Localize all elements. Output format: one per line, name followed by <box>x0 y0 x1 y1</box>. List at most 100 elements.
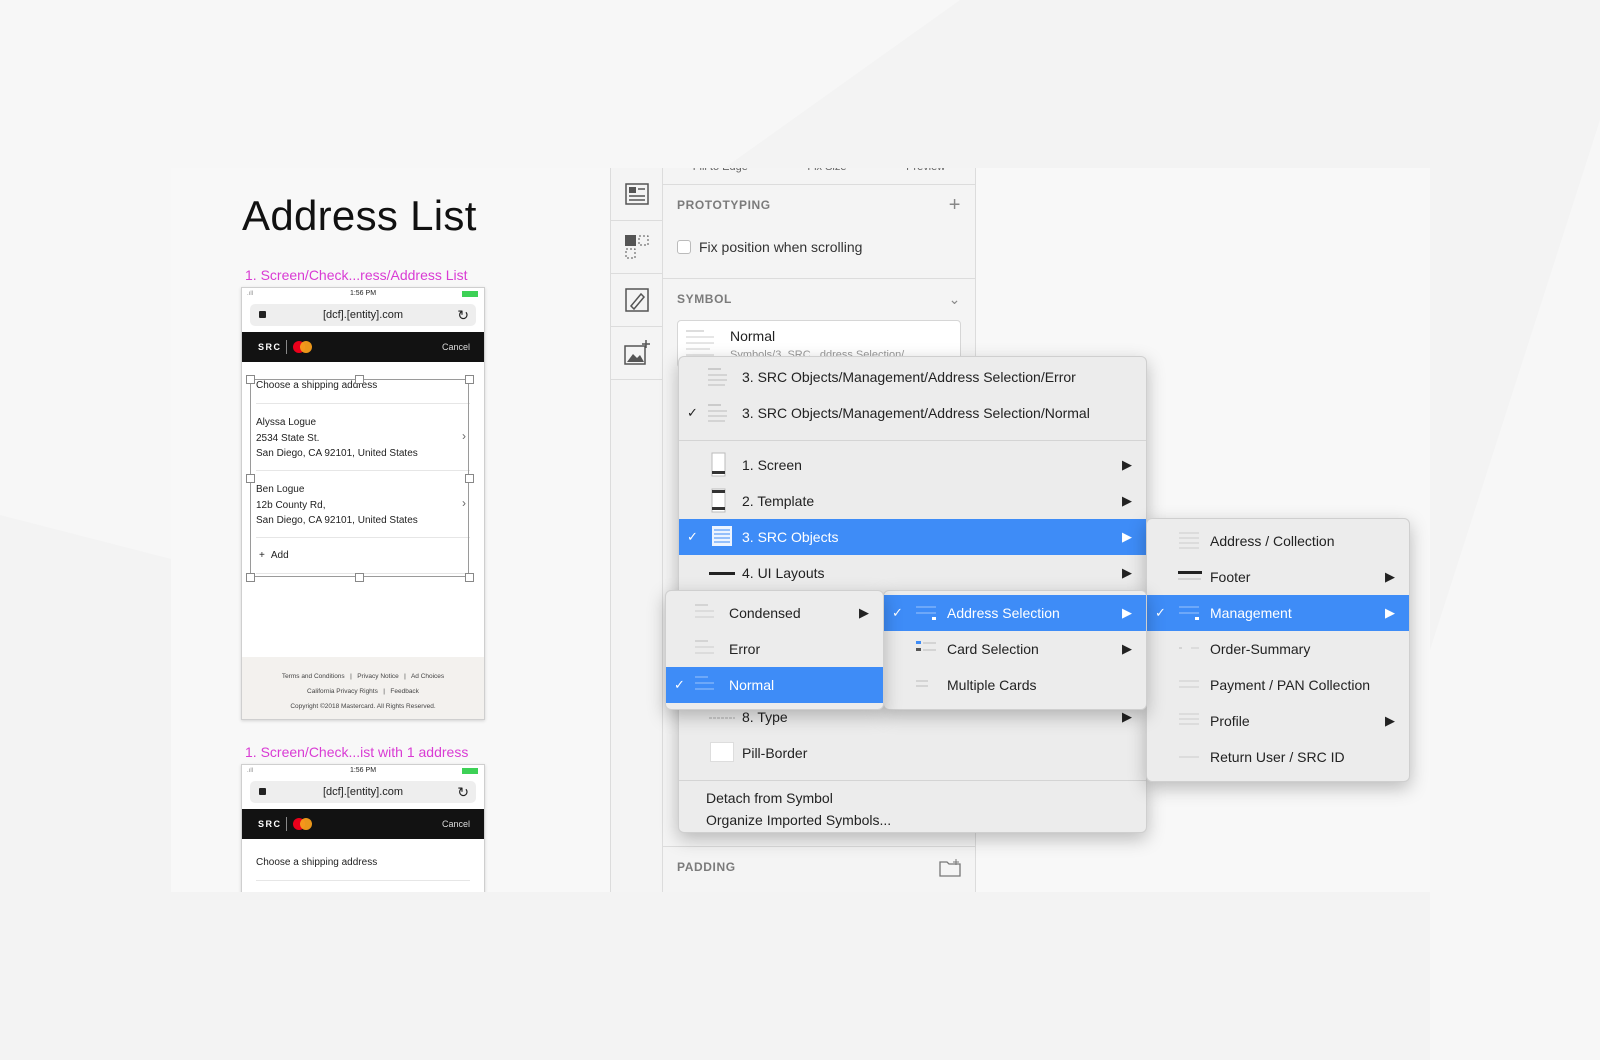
section-title: PROTOTYPING <box>677 198 771 212</box>
footer-thumb-icon <box>1178 571 1202 580</box>
management-thumb-icon <box>1179 606 1199 620</box>
symbol-thumb-icon <box>1179 713 1199 725</box>
resize-handle[interactable] <box>355 573 364 582</box>
resize-handle[interactable] <box>465 573 474 582</box>
resize-handle[interactable] <box>246 573 255 582</box>
artboard-phone[interactable]: .ıll 1:56 PM [dcf].[entity].com ↻ SRC Ca… <box>241 764 485 892</box>
menu-item-multiple-cards[interactable]: Multiple Cards <box>884 667 1146 703</box>
symbol-thumb-icon <box>1179 756 1199 758</box>
url-bar: [dcf].[entity].com ↻ <box>250 781 476 803</box>
menu-item-organize[interactable]: Organize Imported Symbols... <box>679 809 1146 831</box>
symbol-thumb-icon <box>695 640 714 654</box>
menu-item-label: Detach from Symbol <box>706 790 833 806</box>
menu-item-label: Multiple Cards <box>947 677 1037 693</box>
menu-item-payment-pan[interactable]: Payment / PAN Collection <box>1147 667 1409 703</box>
menu-item-label: Condensed <box>729 605 801 621</box>
menu-item-label: 4. UI Layouts <box>742 565 825 581</box>
menu-item-label: 3. SRC Objects/Management/Address Select… <box>742 369 1076 385</box>
status-bar: .ıll 1:56 PM <box>242 765 484 779</box>
menu-item-card-selection[interactable]: Card Selection ▶ <box>884 631 1146 667</box>
src-objects-submenu: Address / Collection Footer ▶ ✓ Manageme… <box>1146 518 1410 782</box>
resize-handle[interactable] <box>355 375 364 384</box>
submenu-arrow-icon: ▶ <box>1122 605 1132 620</box>
design-canvas[interactable]: Address List 1. Screen/Check...ress/Addr… <box>171 168 610 892</box>
menu-item-label: 8. Type <box>742 709 788 725</box>
layout-tool-button[interactable] <box>611 168 662 221</box>
menu-item-error[interactable]: Error <box>666 631 883 667</box>
image-tool-button[interactable] <box>611 327 662 380</box>
symbol-tool-button[interactable] <box>611 221 662 274</box>
menu-item-address-selection[interactable]: ✓ Address Selection ▶ <box>884 595 1146 631</box>
menu-item-profile[interactable]: Profile ▶ <box>1147 703 1409 739</box>
page-title: Address List <box>242 192 477 239</box>
menu-item-label: 3. SRC Objects <box>742 529 839 545</box>
menu-item-label: Profile <box>1210 713 1250 729</box>
resize-handle[interactable] <box>465 375 474 384</box>
menu-item-recent-normal[interactable]: ✓ 3. SRC Objects/Management/Address Sele… <box>679 395 1146 431</box>
address-selection-submenu: Condensed ▶ Error ✓ Normal <box>665 590 884 710</box>
folder-add-icon[interactable] <box>939 859 961 880</box>
fix-position-checkbox[interactable] <box>677 240 691 254</box>
menu-item-management[interactable]: ✓ Management ▶ <box>1147 595 1409 631</box>
menu-item-detach[interactable]: Detach from Symbol <box>679 787 1146 809</box>
artboard-label[interactable]: 1. Screen/Check...ist with 1 address <box>245 744 468 760</box>
lock-icon <box>259 788 266 795</box>
resize-handle[interactable] <box>246 474 255 483</box>
menu-item-label: Organize Imported Symbols... <box>706 812 892 828</box>
section-title: PADDING <box>677 860 736 874</box>
submenu-arrow-icon: ▶ <box>1122 457 1132 472</box>
menu-item-condensed[interactable]: Condensed ▶ <box>666 595 883 631</box>
management-submenu: ✓ Address Selection ▶ Card Selection ▶ M… <box>883 590 1147 710</box>
menu-item-label: Error <box>729 641 761 657</box>
checkmark-icon: ✓ <box>687 529 698 544</box>
menu-separator <box>679 440 1146 441</box>
cancel-link: Cancel <box>441 342 470 352</box>
menu-item-label: Normal <box>729 677 775 693</box>
submenu-arrow-icon: ▶ <box>1122 493 1132 508</box>
menu-item-label: Pill-Border <box>742 745 808 761</box>
reload-icon: ↻ <box>457 784 469 800</box>
menu-item-address-collection[interactable]: Address / Collection <box>1147 523 1409 559</box>
fill-to-edge-option[interactable]: Fill to Edge <box>693 168 748 181</box>
menu-item-label: Management <box>1210 605 1292 621</box>
menu-item-template[interactable]: 2. Template ▶ <box>679 483 1146 519</box>
edit-icon <box>624 288 649 312</box>
checkmark-icon: ✓ <box>687 405 698 420</box>
plus-icon[interactable]: + <box>949 194 961 217</box>
menu-item-recent-error[interactable]: 3. SRC Objects/Management/Address Select… <box>679 359 1146 395</box>
fix-size-option[interactable]: Fix Size <box>807 168 846 181</box>
menu-item-pill-border[interactable]: Pill-Border <box>679 735 1146 771</box>
url-text: [dcf].[entity].com <box>322 309 404 321</box>
menu-item-label: Return User / SRC ID <box>1210 749 1345 765</box>
menu-item-screen[interactable]: 1. Screen ▶ <box>679 447 1146 483</box>
resize-handle[interactable] <box>465 474 474 483</box>
resize-handle[interactable] <box>246 375 255 384</box>
menu-item-order-summary[interactable]: Order-Summary <box>1147 631 1409 667</box>
preview-option[interactable]: Preview <box>906 168 945 181</box>
menu-item-label: Address / Collection <box>1210 533 1335 549</box>
mastercard-logo <box>293 341 313 353</box>
menu-item-normal[interactable]: ✓ Normal <box>666 667 883 703</box>
resize-options: Fill to Edge Fix Size Preview <box>663 168 975 181</box>
symbol-thumb-icon <box>695 604 714 618</box>
menu-item-footer[interactable]: Footer ▶ <box>1147 559 1409 595</box>
checkmark-icon: ✓ <box>1155 605 1166 620</box>
menu-item-src-objects[interactable]: ✓ 3. SRC Objects ▶ <box>679 519 1146 555</box>
status-bar: .ıll 1:56 PM <box>242 288 484 302</box>
symbol-thumb-icon <box>695 676 714 690</box>
card-selection-thumb-icon <box>916 641 936 651</box>
src-header: SRC Cancel <box>242 809 484 839</box>
chevron-down-icon[interactable]: ⌄ <box>949 291 961 308</box>
menu-item-ui-layouts[interactable]: 4. UI Layouts ▶ <box>679 555 1146 591</box>
src-objects-thumb-icon <box>712 526 732 546</box>
artboard-label[interactable]: 1. Screen/Check...ress/Address List <box>245 267 468 283</box>
menu-item-label: 3. SRC Objects/Management/Address Select… <box>742 405 1090 421</box>
menu-item-label: Card Selection <box>947 641 1039 657</box>
menu-item-return-user[interactable]: Return User / SRC ID <box>1147 739 1409 775</box>
menu-item-label: Payment / PAN Collection <box>1210 677 1371 693</box>
fix-position-row[interactable]: Fix position when scrolling <box>677 239 862 255</box>
multiple-cards-thumb-icon <box>916 680 928 687</box>
address-list: Choose a shipping address <box>242 839 484 881</box>
edit-tool-button[interactable] <box>611 274 662 327</box>
type-thumb-icon <box>709 717 735 719</box>
